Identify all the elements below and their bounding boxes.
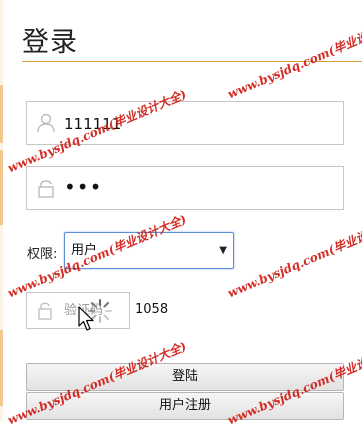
watermark-text: www.bysjdq.com(毕业设计大全) (225, 13, 362, 102)
stripe-mark (0, 330, 3, 406)
user-icon (37, 113, 55, 133)
username-field[interactable]: 111111 (26, 101, 344, 145)
lock-icon (38, 180, 54, 198)
caret-down-icon: ▼ (219, 245, 227, 256)
stripe-mark (0, 150, 3, 225)
password-field[interactable]: ••• (26, 166, 344, 210)
role-label: 权限: (27, 247, 58, 262)
lock-icon (38, 302, 52, 320)
watermark-text: www.bysjdq.com(毕业设计大全) (225, 212, 362, 301)
role-select[interactable]: 用户 ▼ (64, 232, 234, 269)
mouse-cursor-icon (78, 306, 94, 331)
left-accent-stripe (0, 0, 3, 421)
stripe-mark (0, 85, 3, 143)
captcha-code: 1058 (135, 302, 169, 317)
register-button[interactable]: 用户注册 (26, 392, 344, 420)
password-value: ••• (64, 175, 103, 199)
page-title: 登录 (22, 27, 78, 58)
login-button[interactable]: 登陆 (26, 363, 344, 391)
role-selected-value: 用户 (71, 243, 98, 258)
title-divider (22, 61, 362, 62)
username-value: 111111 (64, 115, 122, 133)
